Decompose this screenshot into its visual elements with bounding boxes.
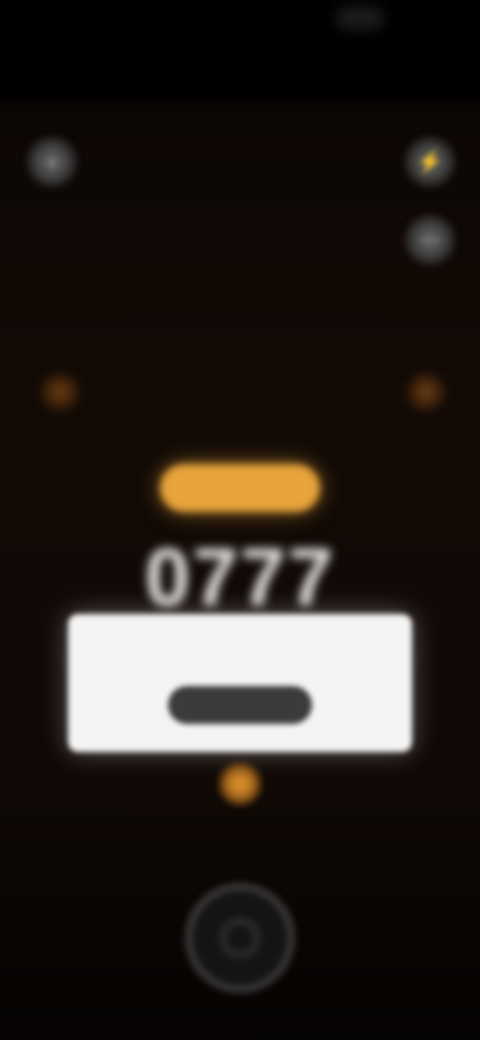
more-button[interactable]: ⋯: [402, 212, 458, 268]
back-icon: ‹: [48, 149, 56, 174]
shutter-icon: [221, 919, 259, 957]
scan-status-pill: [160, 464, 320, 512]
flash-button[interactable]: ⚡: [402, 134, 458, 190]
status-bar: [0, 0, 480, 56]
shutter-button[interactable]: [186, 884, 294, 992]
screen: ‹ ⚡ ⋯ 0777: [0, 0, 480, 1040]
back-button[interactable]: ‹: [24, 134, 80, 190]
status-time: [30, 14, 126, 40]
toast-message: [108, 640, 372, 662]
toast-action-button[interactable]: [168, 686, 312, 724]
more-icon: ⋯: [419, 227, 441, 252]
status-icons: [336, 6, 384, 30]
indicator-dot: [216, 760, 264, 808]
scanned-code: 0777: [144, 532, 336, 623]
flash-icon: ⚡: [416, 149, 444, 174]
scan-frame-corner-right: [404, 370, 448, 414]
toast-card: [68, 614, 412, 752]
scan-frame-corner-left: [38, 370, 82, 414]
